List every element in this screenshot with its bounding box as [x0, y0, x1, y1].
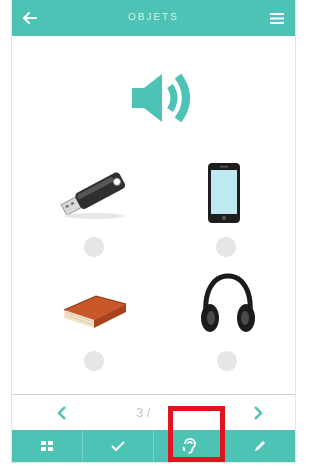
menu-button[interactable] [259, 0, 295, 36]
item-headphones[interactable] [198, 272, 258, 338]
header-bar: OBJETS [12, 0, 295, 36]
item-book[interactable] [60, 282, 130, 334]
back-button[interactable] [12, 0, 48, 36]
tab-listen[interactable] [154, 430, 225, 462]
ear-listen-icon [182, 438, 196, 454]
item-usb-key[interactable] [54, 164, 134, 224]
speaker-volume-icon [132, 73, 190, 123]
item-usb-key-radio[interactable] [84, 237, 104, 257]
smartphone-icon [208, 163, 240, 223]
app-screen: OBJETS 3 / [12, 0, 295, 462]
tab-grid[interactable] [12, 430, 83, 462]
book-icon [63, 295, 127, 328]
play-sound-button[interactable] [130, 70, 194, 126]
headphones-icon [201, 273, 255, 332]
chevron-right-icon [254, 406, 263, 420]
grid-icon [41, 441, 53, 451]
bottom-toolbar [12, 430, 295, 462]
item-smartphone-radio[interactable] [216, 237, 236, 257]
arrow-left-icon [23, 12, 37, 24]
page-counter: 3 / [136, 405, 151, 420]
pencil-icon [255, 441, 265, 451]
item-book-radio[interactable] [84, 351, 104, 371]
tab-validate[interactable] [83, 430, 154, 462]
item-smartphone[interactable] [206, 163, 242, 225]
usb-key-icon [60, 172, 126, 219]
item-headphones-radio[interactable] [217, 351, 237, 371]
tab-edit[interactable] [225, 430, 295, 462]
next-button[interactable] [248, 403, 268, 423]
checkmark-icon [111, 441, 125, 451]
page-title: OBJETS [128, 12, 179, 23]
hamburger-menu-icon [270, 12, 284, 24]
pager: 3 / [12, 394, 295, 431]
previous-button[interactable] [52, 403, 72, 423]
chevron-left-icon [57, 406, 66, 420]
